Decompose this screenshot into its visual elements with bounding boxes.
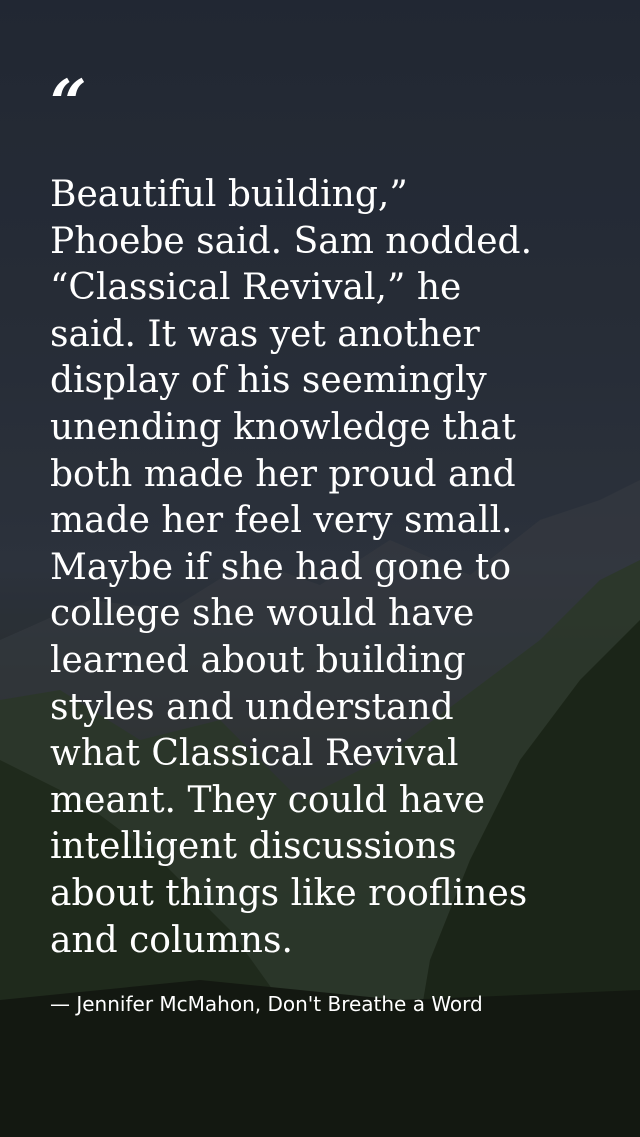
quote-text: Beautiful building,” Phoebe said. Sam no… bbox=[50, 174, 533, 961]
quote-attribution: — Jennifer McMahon, Don't Breathe a Word bbox=[50, 992, 483, 1016]
open-quote-icon: “ bbox=[50, 66, 87, 141]
